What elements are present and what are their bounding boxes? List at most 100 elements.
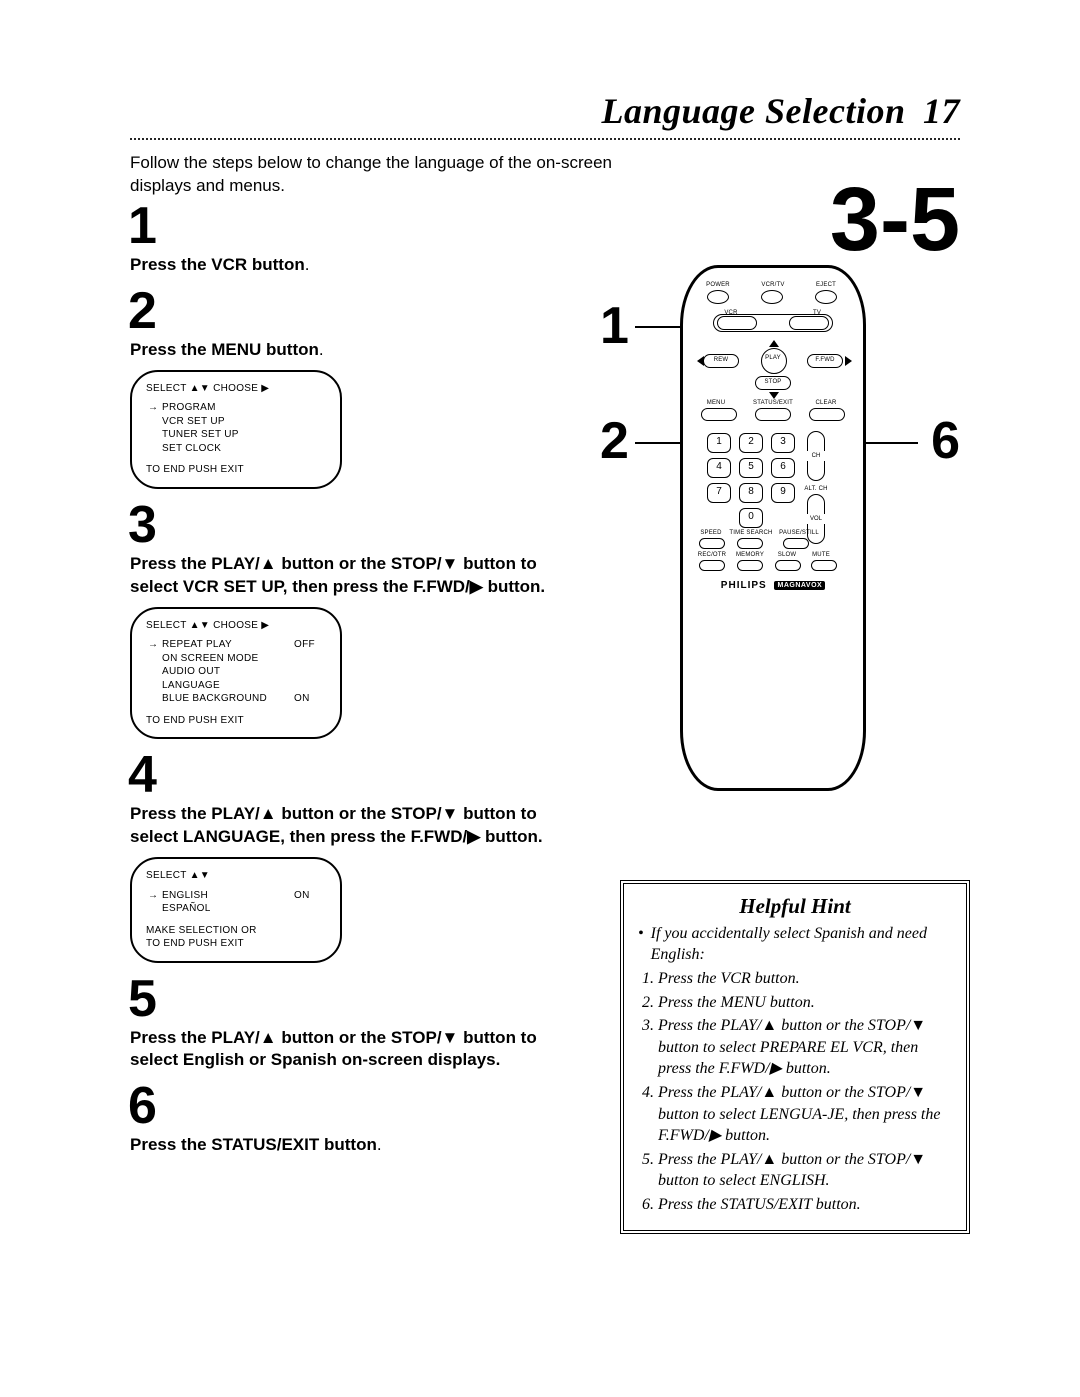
step-bold: Press the PLAY/▲ button or the STOP/▼ bu… [130,804,543,846]
label-play: PLAY [761,355,785,361]
step-rest: . [305,255,310,274]
label-rew: REW [707,357,735,363]
osd-label: ESPAÑOL [148,902,326,916]
label-stop: STOP [759,379,787,385]
speed-button[interactable] [699,538,725,549]
intro-text: Follow the steps below to change the lan… [130,152,650,198]
step-text: Press the STATUS/EXIT button. [130,1134,580,1157]
osd-value: ON [294,889,326,903]
helpful-hint-box: Helpful Hint • If you accidentally selec… [620,880,970,1234]
osd-header: SELECT ▲▼ CHOOSE ▶ [146,382,326,396]
leader-line [858,442,918,444]
triangle-up-icon [769,340,779,347]
hint-lead-text: If you accidentally select Spanish and n… [651,923,952,966]
callout-6: 6 [931,415,960,467]
hint-step: Press the MENU button. [658,992,952,1014]
tv-button[interactable] [789,316,829,330]
num-8-button[interactable]: 8 [739,483,763,503]
osd-label: ENGLISH [162,889,294,903]
osd-value: ON [294,692,326,706]
step-text: Press the VCR button. [130,254,580,277]
osd-arrow: → [148,638,162,652]
osd-footer: TO END PUSH EXIT [146,714,326,728]
play-button[interactable] [761,348,787,374]
step-number: 2 [128,285,580,337]
slow-button[interactable] [775,560,801,571]
hint-lead: • If you accidentally select Spanish and… [638,923,952,966]
label-status: STATUS/EXIT [747,400,799,406]
memory-button[interactable] [737,560,763,571]
hint-step: Press the PLAY/▲ button or the STOP/▼ bu… [658,1082,952,1147]
hint-step: Press the STATUS/EXIT button. [658,1194,952,1216]
label-eject: EJECT [811,282,841,288]
num-2-button[interactable]: 2 [739,433,763,453]
osd-header: SELECT ▲▼ [146,869,326,883]
osd-footer: TO END PUSH EXIT [146,463,326,477]
step-number: 1 [128,200,580,252]
step-bold: Press the PLAY/▲ button or the STOP/▼ bu… [130,554,545,596]
osd-label: REPEAT PLAY [162,638,294,652]
step-bold: Press the STATUS/EXIT button [130,1135,377,1154]
step-2: 2 Press the MENU button. SELECT ▲▼ CHOOS… [130,285,580,489]
label-mute: MUTE [807,552,835,558]
osd-label: PROGRAM [162,401,326,415]
page-title: Language Selection [602,91,906,131]
osd-rows: →REPEAT PLAYOFF ON SCREEN MODE AUDIO OUT… [148,638,326,706]
num-5-button[interactable]: 5 [739,458,763,478]
triangle-right-icon [845,356,852,366]
volume-rocker[interactable]: VOL [807,494,825,544]
status-exit-button[interactable] [755,408,791,421]
num-3-button[interactable]: 3 [771,433,795,453]
num-9-button[interactable]: 9 [771,483,795,503]
steps-range-callout: 3-5 [830,175,960,265]
step-text: Press the MENU button. [130,339,580,362]
triangle-left-icon [697,356,704,366]
hint-title: Helpful Hint [638,894,952,919]
label-ffwd: F.FWD [809,357,841,363]
osd-label: AUDIO OUT [148,665,326,679]
power-button[interactable] [707,290,729,304]
page-title-row: Language Selection 17 [130,90,960,132]
osd-label: SET CLOCK [148,442,326,456]
vcr-button[interactable] [717,316,757,330]
mute-button[interactable] [811,560,837,571]
num-4-button[interactable]: 4 [707,458,731,478]
label-altch: ALT. CH [801,486,831,492]
step-bold: Press the VCR button [130,255,305,274]
step-3: 3 Press the PLAY/▲ button or the STOP/▼ … [130,499,580,739]
num-0-button[interactable]: 0 [739,508,763,528]
channel-rocker[interactable]: CH [807,431,825,481]
eject-button[interactable] [815,290,837,304]
label-tv: TV [807,310,827,316]
step-number: 4 [128,749,580,801]
brand-box: MAGNAVOX [774,581,825,590]
menu-button[interactable] [701,408,737,421]
clear-button[interactable] [809,408,845,421]
bullet-icon: • [638,923,651,966]
label-time: TIME SEARCH [729,530,773,536]
time-search-button[interactable] [737,538,763,549]
osd-rows: →PROGRAM VCR SET UP TUNER SET UP SET CLO… [148,401,326,455]
osd-arrow: → [148,401,162,415]
num-7-button[interactable]: 7 [707,483,731,503]
label-clear: CLEAR [809,400,843,406]
step-text: Press the PLAY/▲ button or the STOP/▼ bu… [130,553,580,599]
step-1: 1 Press the VCR button. [130,200,580,277]
remote-illustration: POWER VCR/TV EJECT VCR TV PLAY [680,265,860,791]
osd-main-menu: SELECT ▲▼ CHOOSE ▶ →PROGRAM VCR SET UP T… [130,370,342,489]
callout-2: 2 [600,415,629,467]
page: Language Selection 17 Follow the steps b… [0,0,1080,1397]
leader-line [635,442,685,444]
step-number: 6 [128,1080,580,1132]
hint-body: • If you accidentally select Spanish and… [638,923,952,1216]
label-power: POWER [703,282,733,288]
pause-still-button[interactable] [783,538,809,549]
num-1-button[interactable]: 1 [707,433,731,453]
rec-otr-button[interactable] [699,560,725,571]
num-6-button[interactable]: 6 [771,458,795,478]
callout-1: 1 [600,300,629,352]
vcrtv-button[interactable] [761,290,783,304]
step-5: 5 Press the PLAY/▲ button or the STOP/▼ … [130,973,580,1073]
steps-column: 1 Press the VCR button. 2 Press the MENU… [130,200,580,1165]
osd-label: TUNER SET UP [148,428,326,442]
